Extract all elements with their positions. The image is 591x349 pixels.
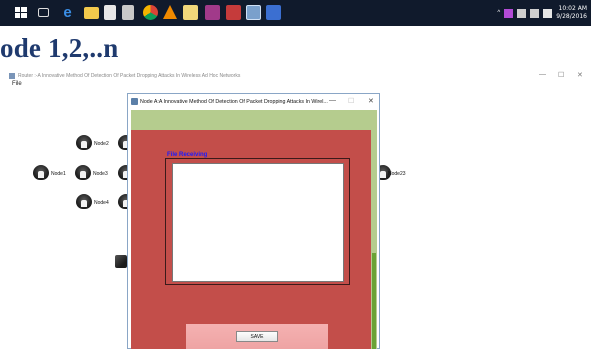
file-receiving-label: File Receiving (166, 152, 209, 158)
explorer-icon[interactable] (84, 7, 99, 19)
notification-icon[interactable] (543, 8, 553, 18)
node-dialog: Node A:A Innovative Method Of Detection … (127, 93, 380, 349)
close-button[interactable]: ✕ (577, 71, 583, 79)
chrome-icon[interactable] (143, 5, 158, 20)
store-icon[interactable] (104, 5, 116, 20)
network-icon[interactable] (517, 8, 527, 18)
dialog-maximize-button[interactable]: ☐ (348, 97, 354, 105)
java-app-icon (9, 73, 15, 79)
dialog-minimize-button[interactable]: — (329, 97, 336, 104)
node-label: Node4 (94, 200, 109, 206)
chevron-up-icon[interactable]: ^ (497, 10, 500, 16)
node-icon[interactable] (76, 194, 92, 209)
dialog-title: Node A:A Innovative Method Of Detection … (140, 99, 328, 105)
edge-icon[interactable]: e (60, 5, 75, 20)
save-button[interactable]: SAVE (236, 331, 278, 342)
scrollbar-thumb[interactable] (372, 253, 376, 349)
clock-date: 9/28/2016 (556, 13, 587, 20)
node-label: Node3 (93, 171, 108, 177)
app-title: Router :-A Innovative Method Of Detectio… (18, 73, 241, 79)
document-heading: ode 1,2,..n (0, 33, 119, 63)
dialog-scrollbar[interactable] (371, 130, 377, 349)
vlc-icon[interactable] (163, 5, 177, 19)
menu-file[interactable]: File (12, 81, 22, 87)
app-icon[interactable] (183, 5, 198, 20)
dialog-header-panel (131, 110, 377, 130)
node-icon[interactable] (33, 165, 49, 180)
dialog-titlebar: Node A:A Innovative Method Of Detection … (128, 94, 379, 110)
app-icon[interactable] (266, 5, 281, 20)
minimize-button[interactable]: — (539, 71, 546, 78)
app-tray-icon[interactable] (504, 8, 514, 18)
dialog-close-button[interactable]: ✕ (368, 97, 374, 105)
app-titlebar: Router :-A Innovative Method Of Detectio… (9, 71, 591, 81)
node-icon[interactable] (76, 135, 92, 150)
file-receiving-textarea[interactable] (172, 163, 344, 282)
node-icon[interactable] (75, 165, 91, 180)
app-icon[interactable] (122, 5, 134, 20)
java-icon[interactable] (246, 5, 261, 20)
app-icon[interactable] (205, 5, 220, 20)
maximize-button[interactable]: ☐ (558, 71, 564, 79)
app-icon[interactable] (226, 5, 241, 20)
task-view-icon[interactable] (38, 8, 49, 17)
router-icon[interactable] (115, 255, 127, 268)
node-label: Node1 (51, 171, 66, 177)
java-app-icon (131, 98, 138, 105)
clock-time: 10:02 AM (558, 5, 587, 12)
node-label: Node2 (94, 141, 109, 147)
volume-icon[interactable] (530, 8, 540, 18)
windows-start-icon[interactable] (14, 5, 29, 20)
clock[interactable]: 10:02 AM 9/28/2016 (556, 5, 587, 21)
node-label: Node23 (388, 171, 406, 177)
taskbar: e ^ 10:02 AM 9/28/2016 (0, 0, 591, 26)
system-tray: ^ 10:02 AM 9/28/2016 (497, 2, 587, 24)
